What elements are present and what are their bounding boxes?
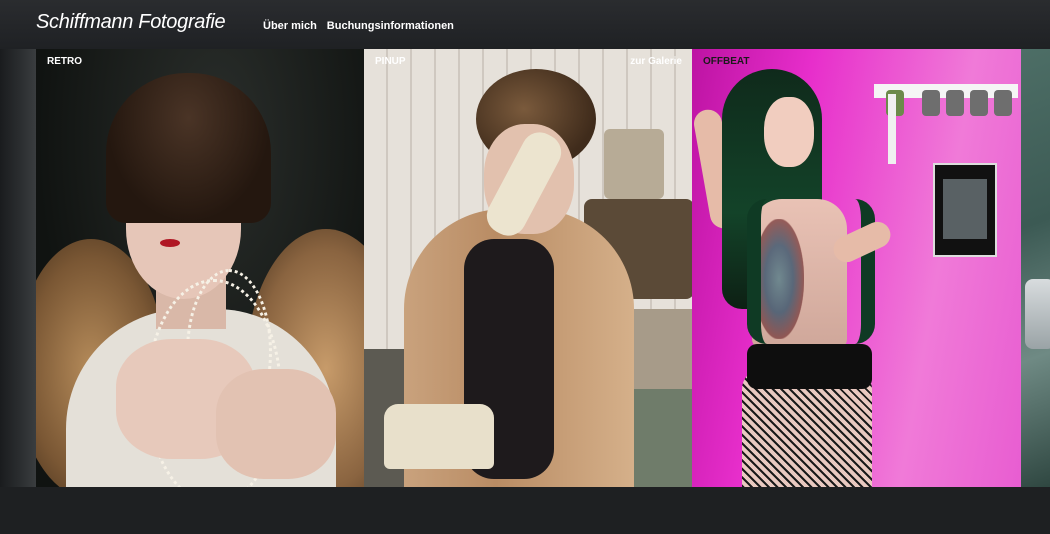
shelf-jar [970, 90, 988, 116]
offbeat-face [764, 97, 814, 167]
to-gallery-link[interactable]: zur Galerie [630, 56, 682, 67]
pinup-vintage-radio-small [604, 129, 664, 199]
top-navigation-bar: Schiffmann Fotografie Über mich Buchungs… [0, 0, 1050, 49]
panel-label-retro: RETRO [47, 56, 82, 67]
gallery-panel-offbeat[interactable]: OFFBEAT [692, 49, 1021, 487]
panel-label-offbeat: OFFBEAT [703, 56, 750, 67]
offbeat-vest [747, 199, 875, 344]
retro-bob-hair [106, 73, 271, 223]
gallery-panel-retro[interactable]: RETRO [36, 49, 364, 487]
pinup-rotary-phone [384, 404, 494, 469]
retro-lips [160, 239, 180, 247]
shelf-jar [922, 90, 940, 116]
offbeat-underwear [747, 344, 872, 389]
nav-link-about-me[interactable]: Über mich [263, 20, 317, 32]
next-slide-edge[interactable] [1021, 49, 1050, 487]
main-nav: Über mich Buchungsinformationen [263, 20, 454, 32]
retro-hand-right [216, 369, 336, 479]
panel-label-pinup: PINUP [375, 56, 406, 67]
site-logo-title[interactable]: Schiffmann Fotografie [36, 11, 226, 34]
nav-link-booking-info[interactable]: Buchungsinformationen [327, 20, 454, 32]
shelf-jar [946, 90, 964, 116]
next-slide-preview-object [1025, 279, 1050, 349]
previous-slide-edge[interactable] [0, 49, 36, 487]
gallery-panel-pinup[interactable]: PINUP zur Galerie [364, 49, 692, 487]
offbeat-wall-frame [933, 163, 997, 257]
shelf-jar [994, 90, 1012, 116]
offbeat-shelf-bracket [888, 94, 896, 164]
